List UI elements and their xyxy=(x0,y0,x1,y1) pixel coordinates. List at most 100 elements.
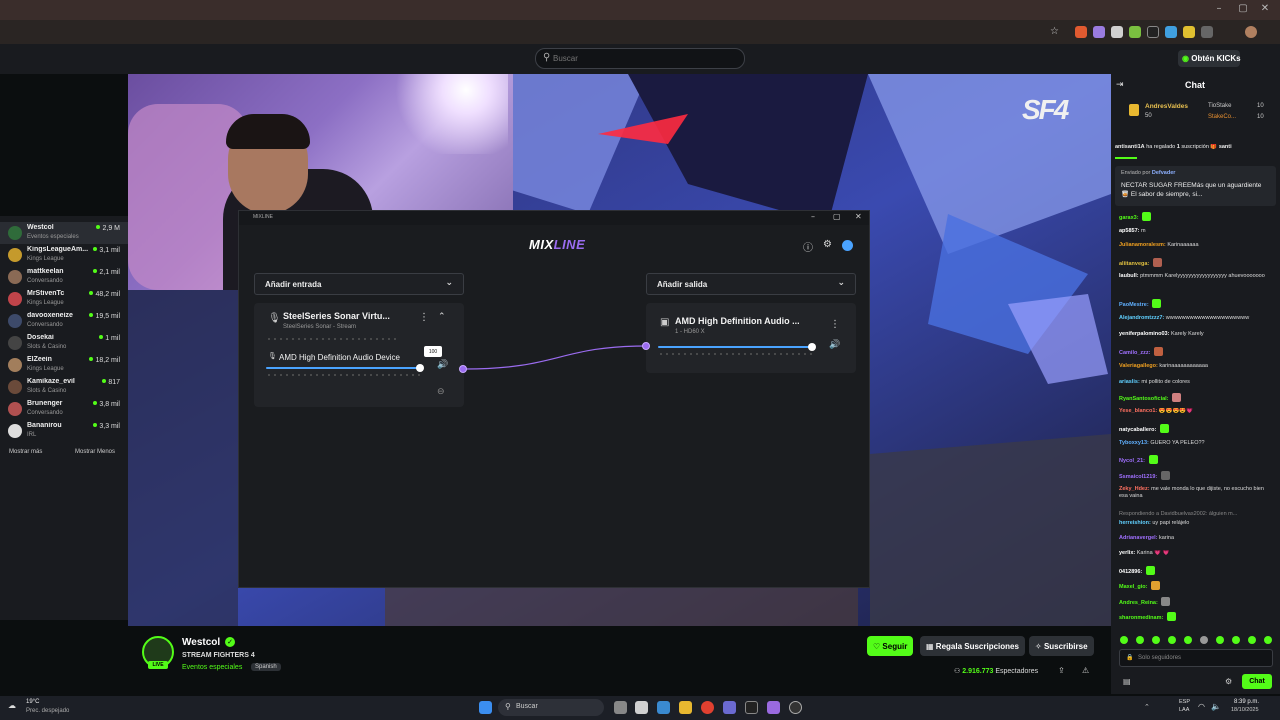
sidebar-channel-kamikaze-evil[interactable]: Kamikaze_evil Slots & Casino 817 xyxy=(0,376,128,398)
extension-icon[interactable] xyxy=(1129,26,1141,38)
chat-username[interactable]: garax3: xyxy=(1119,215,1139,221)
chat-username[interactable]: Tyboxxy13: xyxy=(1119,440,1149,446)
show-less-link[interactable]: Mostrar Menos xyxy=(75,449,115,455)
chrome-icon[interactable] xyxy=(701,701,714,714)
share-icon[interactable]: ⇪ xyxy=(1058,666,1065,675)
chat-username[interactable]: Zeky_Hdez: xyxy=(1119,486,1150,492)
chat-username[interactable]: aliitanvega: xyxy=(1119,261,1149,267)
extension-icon[interactable] xyxy=(1165,26,1177,38)
sidebar-channel-westcol[interactable]: Westcol Eventos especiales 2,9 M xyxy=(0,222,128,244)
chat-input-box[interactable]: 🔒 Solo seguidores xyxy=(1119,649,1273,667)
chat-username[interactable]: Camilo_zzz: xyxy=(1119,350,1150,356)
minimize-window-button[interactable]: – xyxy=(1212,3,1226,15)
chat-username[interactable]: Andres_Reina: xyxy=(1119,600,1158,606)
profile-avatar[interactable] xyxy=(1245,26,1257,38)
channel-name[interactable]: Westcol xyxy=(182,637,220,648)
task-view-icon[interactable] xyxy=(614,701,627,714)
search-input[interactable] xyxy=(553,51,733,66)
calendar-app-icon[interactable] xyxy=(635,701,648,714)
windows-taskbar: ☁ 19°C Prec. despejado ⚲ Buscar ⌃ ESP LA… xyxy=(0,696,1280,720)
viewers-count: 2.916.773 xyxy=(962,668,994,675)
chat-username[interactable]: ariaslis: xyxy=(1119,379,1140,385)
stream-category-link[interactable]: Eventos especiales xyxy=(182,664,242,671)
pinned-message[interactable]: Enviado por Defvader NECTAR SUGAR FREEMá… xyxy=(1115,166,1276,206)
chat-username[interactable]: yerlix: xyxy=(1119,550,1135,556)
chat-username[interactable]: yeniferpalomino03: xyxy=(1119,331,1169,337)
obs-icon[interactable] xyxy=(789,701,802,714)
settings-icon[interactable]: ⚙ xyxy=(1225,677,1232,686)
weather-icon[interactable]: ☁ xyxy=(8,701,16,710)
gift-progress xyxy=(1115,157,1137,159)
chat-username[interactable]: RyanSantosoficial: xyxy=(1119,396,1169,402)
chat-username[interactable]: Adrianavergel: xyxy=(1119,535,1158,541)
chat-username[interactable]: Yese_blanco1: xyxy=(1119,408,1157,414)
sidebar-channel-mrstiventc[interactable]: MrStivenTc Kings League 48,2 mil xyxy=(0,288,128,310)
sidebar-channel-davooxeneize[interactable]: davooxeneize Conversando 19,5 mil xyxy=(0,310,128,332)
output-input-port[interactable] xyxy=(642,342,650,350)
chat-username[interactable]: Maxel_gio: xyxy=(1119,584,1147,590)
extension-icon[interactable] xyxy=(1093,26,1105,38)
extensions-puzzle-icon[interactable] xyxy=(1201,26,1213,38)
chat-text: Respondiendo a Davidbuelvas2002: álguien… xyxy=(1119,511,1238,517)
avatar xyxy=(8,358,22,372)
close-window-button[interactable]: ✕ xyxy=(1258,3,1272,15)
mixline-app-icon[interactable] xyxy=(745,701,758,714)
subscribe-button[interactable]: ✧ Suscribirse xyxy=(1029,636,1094,656)
follow-button[interactable]: ♡ Seguir xyxy=(867,636,914,656)
twitch-icon[interactable] xyxy=(767,701,780,714)
sidebar-channel-brunenger[interactable]: Brunenger Conversando 3,8 mil xyxy=(0,398,128,420)
get-kicks-button[interactable]: ◉ Obtén KICKs xyxy=(1178,50,1241,67)
sidebar-channel-elzeein[interactable]: ElZeein Kings League 18,2 mil xyxy=(0,354,128,376)
gift-box-icon[interactable]: ▤ xyxy=(1123,677,1131,686)
sidebar-channel-dosekai[interactable]: Dosekai Slots & Casino 1 mil xyxy=(0,332,128,354)
language-code[interactable]: ESP xyxy=(1179,699,1190,705)
chat-message: Respondiendo a Davidbuelvas2002: álguien… xyxy=(1119,511,1271,518)
show-more-link[interactable]: Mostrar más xyxy=(9,449,42,455)
clock-time[interactable]: 8:39 p.m. xyxy=(1234,699,1259,705)
extension-icon[interactable] xyxy=(1183,26,1195,38)
chat-message: ariaslis: mi pollito de colores xyxy=(1119,379,1271,386)
search-box[interactable]: ⚲ xyxy=(535,48,745,69)
chat-username[interactable]: sharonmedinam: xyxy=(1119,615,1163,621)
channel-category: Slots & Casino xyxy=(27,388,67,394)
chat-username[interactable]: Ssmaicol1219: xyxy=(1119,474,1157,480)
chat-username[interactable]: Julianamoralesm: xyxy=(1119,242,1166,248)
taskbar-search[interactable]: ⚲ Buscar xyxy=(498,699,604,716)
routing-connector xyxy=(464,345,647,370)
chat-text: m xyxy=(1141,228,1146,234)
report-icon[interactable]: ⚠ xyxy=(1082,666,1089,675)
collapse-chat-icon[interactable]: ⇥ xyxy=(1116,80,1124,90)
discord-icon[interactable] xyxy=(723,701,736,714)
chat-username[interactable]: herreishion: xyxy=(1119,520,1151,526)
chat-username[interactable]: laubull: xyxy=(1119,273,1139,279)
sidebar-channel-bananirou[interactable]: Bananirou IRL 3,3 mil xyxy=(0,420,128,442)
sidebar-channel-kingsleague[interactable]: KingsLeagueAm... Kings League 3,1 mil xyxy=(0,244,128,266)
sidebar-channel-mattkeelan[interactable]: mattkeelan Conversando 2,1 mil xyxy=(0,266,128,288)
extension-icon[interactable] xyxy=(1075,26,1087,38)
emote-bar xyxy=(1119,632,1274,644)
start-windows-icon[interactable] xyxy=(479,701,492,714)
chat-username[interactable]: PaoMestre: xyxy=(1119,302,1149,308)
bookmark-star-icon[interactable]: ☆ xyxy=(1050,26,1059,37)
kicks-button-brand: KICKs xyxy=(1216,54,1241,63)
chat-username[interactable]: ap5857: xyxy=(1119,228,1140,234)
maximize-window-button[interactable]: ▢ xyxy=(1236,3,1250,15)
chat-username[interactable]: Valeriagallego: xyxy=(1119,363,1158,369)
language-tag[interactable]: Spanish xyxy=(251,663,281,671)
wifi-icon[interactable]: ◠ xyxy=(1198,702,1205,711)
volume-icon[interactable]: 🔈 xyxy=(1211,702,1221,711)
copilot-icon[interactable] xyxy=(657,701,670,714)
chat-username[interactable]: 0412896: xyxy=(1119,569,1142,575)
file-explorer-icon[interactable] xyxy=(679,701,692,714)
verified-icon: ✓ xyxy=(225,637,235,647)
chat-username[interactable]: Nycol_21: xyxy=(1119,458,1145,464)
chat-username[interactable]: Alejandromtzzz7: xyxy=(1119,315,1164,321)
gift-subs-button[interactable]: ▦ Regala Suscripciones xyxy=(920,636,1025,656)
send-chat-button[interactable]: Chat xyxy=(1242,674,1272,689)
chat-username[interactable]: natycaballero: xyxy=(1119,427,1156,433)
extension-icon[interactable] xyxy=(1147,26,1159,38)
tray-chevron-icon[interactable]: ⌃ xyxy=(1144,703,1150,711)
chat-message: yerlix: Karina 💗 💗 xyxy=(1119,550,1271,557)
input-output-port[interactable] xyxy=(459,365,467,373)
extension-icon[interactable] xyxy=(1111,26,1123,38)
